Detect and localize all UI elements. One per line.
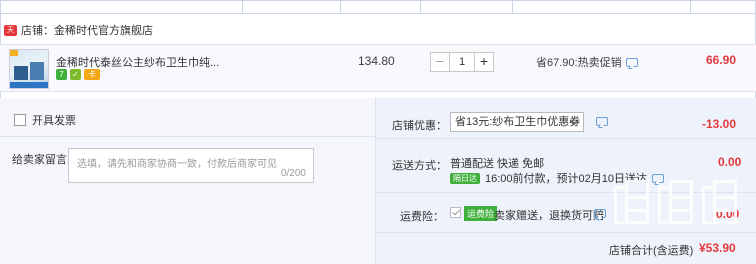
promo-comment-icon[interactable]: [625, 57, 638, 67]
insurance-description: 卖家赠送，退换货可赔: [494, 210, 604, 222]
divider: [0, 136, 375, 137]
quantity-input[interactable]: 1: [450, 52, 474, 72]
quantity-stepper: − 1 +: [430, 52, 494, 72]
seven-day-return-icon[interactable]: 7: [56, 69, 67, 80]
coupon-discount: -13.00: [702, 117, 737, 131]
card-payment-icon[interactable]: 卡: [84, 69, 100, 80]
divider: [375, 232, 756, 233]
coupon-select[interactable]: 省13元:纱布卫生巾优惠券: [450, 112, 584, 132]
coupon-comment-icon[interactable]: [596, 117, 608, 126]
quantity-increase-button[interactable]: +: [474, 52, 494, 72]
column-header-strip: [0, 0, 756, 14]
shop-total-amount: ¥53.90: [699, 241, 736, 255]
next-day-badge: 隔日达: [450, 172, 480, 184]
shop-total-label: 店铺合计(含运费): [609, 245, 694, 257]
item-subtotal: 66.90: [706, 53, 737, 67]
service-badges: 7 ✓ 卡: [56, 69, 100, 80]
shipping-method: 普通配送 快递 免邮: [450, 158, 545, 170]
quantity-decrease-button[interactable]: −: [430, 52, 450, 72]
seller-message-textarea[interactable]: 选填，请先和商家协商一致，付款后商家可见 0/200: [68, 148, 314, 183]
invoice-checkbox[interactable]: [14, 114, 26, 126]
guarantee-icon[interactable]: ✓: [70, 69, 81, 80]
shipping-label: 运送方式：: [392, 160, 447, 172]
insurance-comment-icon[interactable]: [594, 209, 606, 218]
shop-name-link[interactable]: 店铺：金稀时代官方旗舰店: [21, 22, 153, 38]
invoice-option[interactable]: 开具发票: [14, 112, 76, 128]
insurance-badge: 运费险: [464, 206, 498, 221]
order-item-row: 金稀时代泰丝公主纱布卫生巾纯... 7 ✓ 卡 134.80 − 1 + 省67…: [0, 44, 756, 92]
coupon-label: 店铺优惠：: [392, 120, 447, 132]
promotion-text: 省67.90:热卖促销: [536, 57, 622, 69]
message-char-count: 0/200: [280, 168, 306, 179]
invoice-label: 开具发票: [32, 115, 76, 127]
insurance-checkbox[interactable]: [450, 207, 461, 218]
product-thumbnail[interactable]: [9, 49, 49, 89]
shipping-fee: 0.00: [718, 155, 742, 169]
insurance-label: 运费险：: [400, 211, 444, 223]
shop-row: 天猫 店铺：金稀时代官方旗舰店: [4, 22, 153, 45]
watermark-logo: [612, 178, 740, 228]
unit-price: 134.80: [358, 54, 395, 68]
message-placeholder: 选填，请先和商家协商一致，付款后商家可见: [77, 159, 277, 170]
divider: [375, 138, 756, 139]
tmall-icon: 天猫: [4, 24, 17, 45]
coupon-selected-value: 省13元:纱布卫生巾优惠券: [455, 116, 581, 128]
product-title-link[interactable]: 金稀时代泰丝公主纱布卫生巾纯...: [56, 54, 219, 70]
promotion-info: 省67.90:热卖促销: [536, 54, 638, 70]
